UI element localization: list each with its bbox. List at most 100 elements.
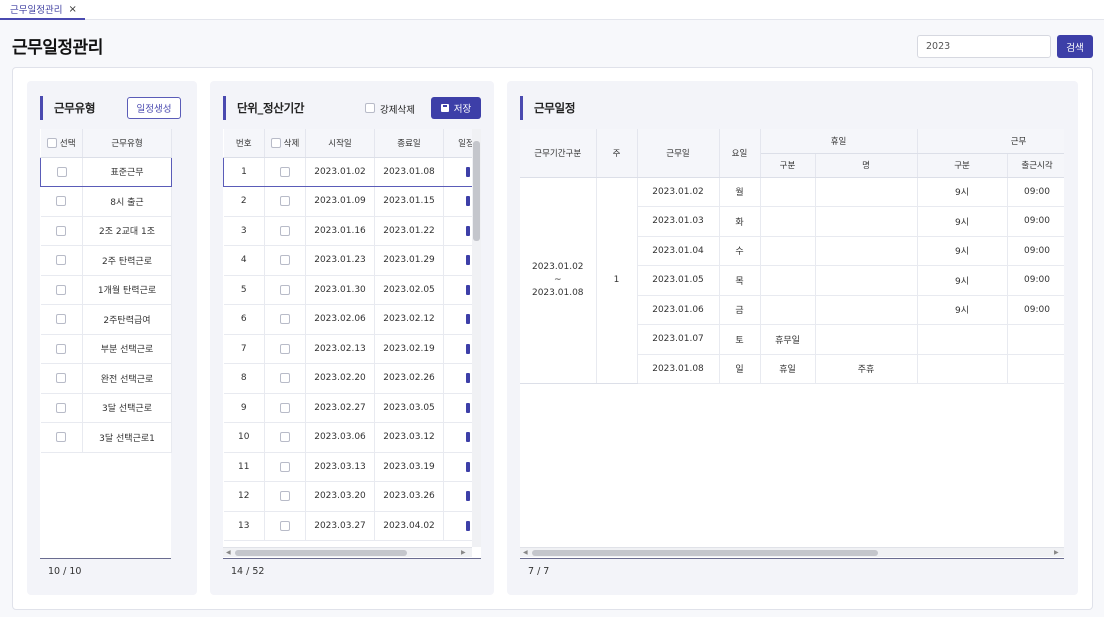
column-header-select[interactable]: 선택 xyxy=(40,129,83,158)
row-checkbox[interactable] xyxy=(56,314,67,324)
row-delete-checkbox[interactable] xyxy=(280,284,290,295)
scroll-right-icon[interactable]: ▶ xyxy=(1054,549,1059,556)
table-row[interactable]: 2 2023.01.09 2023.01.15 xyxy=(223,186,481,217)
row-delete-checkbox[interactable] xyxy=(280,461,290,472)
schedule-button[interactable] xyxy=(466,166,470,177)
column-header-work[interactable]: 근무 xyxy=(917,129,1064,154)
row-number: 12 xyxy=(223,481,265,512)
row-delete-checkbox[interactable] xyxy=(280,343,290,354)
year-search-input[interactable] xyxy=(917,35,1051,58)
column-header-start-time[interactable]: 출근시각 xyxy=(1007,153,1064,178)
table-row[interactable]: 3 2023.01.16 2023.01.22 xyxy=(223,216,481,246)
column-header-holiday[interactable]: 휴일 xyxy=(760,129,918,154)
period-vertical-scrollbar[interactable] xyxy=(472,129,481,547)
table-row[interactable]: 완전 선택근로 xyxy=(40,363,172,394)
scrollbar-thumb[interactable] xyxy=(532,550,878,556)
column-header-no[interactable]: 번호 xyxy=(223,129,265,158)
row-checkbox[interactable] xyxy=(56,284,67,295)
date-cell: 2023.01.08 xyxy=(637,354,720,384)
row-checkbox[interactable] xyxy=(56,196,67,206)
row-checkbox[interactable] xyxy=(56,343,67,354)
delete-all-checkbox[interactable] xyxy=(270,138,281,149)
table-row[interactable]: 3달 선택근로1 xyxy=(40,422,172,453)
table-row[interactable]: 1개월 탄력근로 xyxy=(40,275,172,305)
table-row[interactable]: 표준근무 xyxy=(40,156,172,187)
row-delete-checkbox[interactable] xyxy=(280,432,290,442)
table-row[interactable]: 8 2023.02.20 2023.02.26 xyxy=(223,363,481,394)
table-row[interactable]: 11 2023.03.13 2023.03.19 xyxy=(223,452,481,482)
scrollbar-thumb[interactable] xyxy=(473,141,480,241)
schedule-button[interactable] xyxy=(466,432,470,442)
force-delete-checkbox[interactable] xyxy=(365,103,375,113)
table-row[interactable]: 5 2023.01.30 2023.02.05 xyxy=(223,275,481,305)
schedule-button[interactable] xyxy=(466,284,470,295)
row-delete-checkbox[interactable] xyxy=(280,196,290,206)
row-checkbox[interactable] xyxy=(56,373,67,383)
schedule-button[interactable] xyxy=(466,461,470,472)
table-row[interactable]: 7 2023.02.13 2023.02.19 xyxy=(223,334,481,364)
row-checkbox[interactable] xyxy=(56,166,67,177)
row-delete-checkbox[interactable] xyxy=(280,225,290,236)
day-cell: 화 xyxy=(719,206,761,237)
table-row[interactable]: 부분 선택근로 xyxy=(40,334,172,364)
column-header-day[interactable]: 요일 xyxy=(719,129,761,178)
column-header-work-type[interactable]: 구분 xyxy=(917,153,1008,178)
row-checkbox[interactable] xyxy=(56,225,67,236)
table-row[interactable]: 2조 2교대 1조 xyxy=(40,216,172,246)
schedule-button[interactable] xyxy=(466,402,470,413)
row-delete-checkbox[interactable] xyxy=(280,402,290,413)
schedule-horizontal-scrollbar[interactable]: ◀ ▶ xyxy=(520,547,1064,557)
row-delete-checkbox[interactable] xyxy=(280,520,290,531)
column-header-start[interactable]: 시작일 xyxy=(305,129,375,158)
row-delete-checkbox[interactable] xyxy=(280,166,290,177)
table-row[interactable]: 12 2023.03.20 2023.03.26 xyxy=(223,481,481,512)
table-row[interactable]: 3달 선택근로 xyxy=(40,393,172,423)
column-header-period[interactable]: 근무기간구분 xyxy=(520,129,597,178)
row-delete-checkbox[interactable] xyxy=(280,373,290,383)
schedule-button[interactable] xyxy=(466,255,470,265)
column-header-end[interactable]: 종료일 xyxy=(374,129,444,158)
schedule-button[interactable] xyxy=(466,225,470,236)
create-schedule-button[interactable]: 일정생성 xyxy=(127,97,181,119)
table-row[interactable]: 13 2023.03.27 2023.04.02 xyxy=(223,511,481,541)
save-button[interactable]: 저장 xyxy=(431,97,481,119)
select-all-checkbox[interactable] xyxy=(46,138,57,149)
column-header-work-type[interactable]: 근무유형 xyxy=(82,129,172,158)
table-row[interactable]: 1 2023.01.02 2023.01.08 xyxy=(223,156,481,187)
search-button[interactable]: 검색 xyxy=(1057,35,1093,58)
column-header-week[interactable]: 주 xyxy=(596,129,638,178)
column-header-holiday-type[interactable]: 구분 xyxy=(760,153,816,178)
schedule-button[interactable] xyxy=(466,196,470,206)
schedule-button[interactable] xyxy=(466,314,470,324)
table-row[interactable]: 8시 출근 xyxy=(40,186,172,217)
schedule-button[interactable] xyxy=(466,520,470,531)
column-header-holiday-name[interactable]: 명 xyxy=(815,153,918,178)
table-row[interactable]: 2주 탄력근로 xyxy=(40,245,172,276)
scroll-left-icon[interactable]: ◀ xyxy=(226,549,231,556)
table-row[interactable]: 2023.01.02 ~2023.01.08 1 2023.01.02 월 9시 09:00 xyxy=(520,177,1064,384)
column-header-delete[interactable]: 삭제 xyxy=(264,129,306,158)
schedule-button[interactable] xyxy=(466,373,470,383)
tab-work-schedule[interactable]: 근무일정관리 × xyxy=(0,0,85,20)
table-row[interactable]: 4 2023.01.23 2023.01.29 xyxy=(223,245,481,276)
scrollbar-thumb[interactable] xyxy=(235,550,407,556)
period-horizontal-scrollbar[interactable]: ◀ ▶ xyxy=(223,547,472,557)
column-header-date[interactable]: 근무일 xyxy=(637,129,720,178)
end-date-cell: 2023.03.19 xyxy=(374,452,444,482)
row-delete-checkbox[interactable] xyxy=(280,255,290,265)
work-type-cell: 9시 xyxy=(917,295,1008,325)
close-icon[interactable]: × xyxy=(68,4,76,15)
schedule-button[interactable] xyxy=(466,343,470,354)
table-row[interactable]: 6 2023.02.06 2023.02.12 xyxy=(223,304,481,335)
row-checkbox[interactable] xyxy=(56,402,67,413)
row-delete-checkbox[interactable] xyxy=(280,491,290,501)
scroll-left-icon[interactable]: ◀ xyxy=(523,549,528,556)
table-row[interactable]: 10 2023.03.06 2023.03.12 xyxy=(223,422,481,453)
row-checkbox[interactable] xyxy=(56,255,67,265)
scroll-right-icon[interactable]: ▶ xyxy=(461,549,466,556)
table-row[interactable]: 9 2023.02.27 2023.03.05 xyxy=(223,393,481,423)
row-delete-checkbox[interactable] xyxy=(280,314,290,324)
table-row[interactable]: 2주탄력급여 xyxy=(40,304,172,335)
schedule-button[interactable] xyxy=(466,491,470,501)
row-checkbox[interactable] xyxy=(56,432,67,442)
